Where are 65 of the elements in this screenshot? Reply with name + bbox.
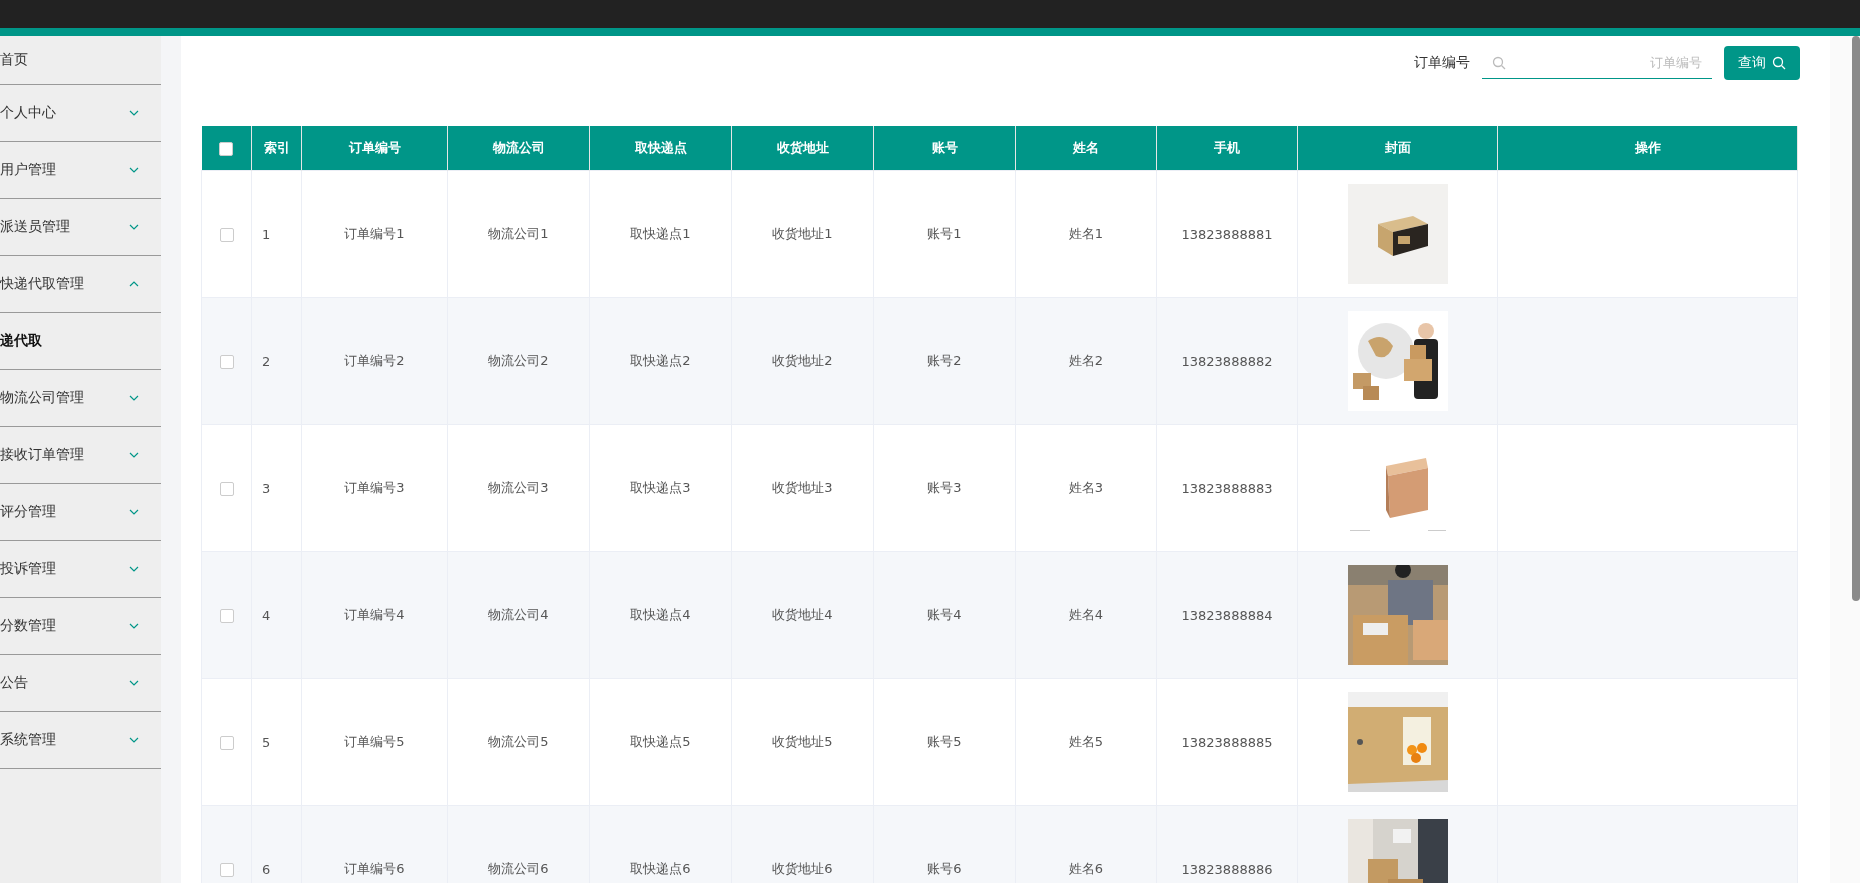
column-header: 物流公司 xyxy=(447,126,590,171)
sidebar-item[interactable]: 用户管理 xyxy=(0,142,161,199)
table-cell: 收货地址1 xyxy=(731,170,874,298)
sidebar-item[interactable]: 接收订单管理 xyxy=(0,427,161,484)
sidebar-item[interactable]: 物流公司管理 xyxy=(0,370,161,427)
table-cell: 2 xyxy=(251,297,302,425)
column-header: 姓名 xyxy=(1015,126,1157,171)
table-cell: 取快递点2 xyxy=(589,297,732,425)
table-cell: 物流公司3 xyxy=(447,424,590,552)
table-cell: 取快递点3 xyxy=(589,424,732,552)
search-button[interactable]: 查询 xyxy=(1724,46,1800,80)
table-cell: 收货地址2 xyxy=(731,297,874,425)
table-cell: 物流公司1 xyxy=(447,170,590,298)
table-cell: 姓名1 xyxy=(1015,170,1157,298)
column-header: 账号 xyxy=(873,126,1016,171)
table-cell: 收货地址3 xyxy=(731,424,874,552)
column-header: 操作 xyxy=(1497,126,1798,171)
table-cell: 订单编号5 xyxy=(301,678,448,806)
table-cell: 物流公司2 xyxy=(447,297,590,425)
column-header: 收货地址 xyxy=(731,126,874,171)
table-cell: 姓名5 xyxy=(1015,678,1157,806)
column-header: 取快递点 xyxy=(589,126,732,171)
table-cell: 姓名3 xyxy=(1015,424,1157,552)
table-cell: 13823888885 xyxy=(1156,678,1298,806)
table-cell: 订单编号3 xyxy=(301,424,448,552)
sidebar-item[interactable]: 评分管理 xyxy=(0,484,161,541)
table-cell: 收货地址5 xyxy=(731,678,874,806)
table-cell: 账号5 xyxy=(873,678,1016,806)
sidebar-item[interactable]: 首页 xyxy=(0,36,161,85)
table-cell: 13823888884 xyxy=(1156,551,1298,679)
table-cell: 3 xyxy=(251,424,302,552)
sidebar-item[interactable]: 快递代取管理 xyxy=(0,256,161,313)
table-cell: 姓名2 xyxy=(1015,297,1157,425)
table-cell: 姓名4 xyxy=(1015,551,1157,679)
search-label: 订单编号 xyxy=(1414,54,1470,72)
table-cell: 账号3 xyxy=(873,424,1016,552)
table-cell: 账号4 xyxy=(873,551,1016,679)
table-cell: 物流公司5 xyxy=(447,678,590,806)
sidebar-item[interactable]: 分数管理 xyxy=(0,598,161,655)
table-cell: 取快递点5 xyxy=(589,678,732,806)
table-cell: 订单编号4 xyxy=(301,551,448,679)
sidebar-item[interactable]: 个人中心 xyxy=(0,85,161,142)
sidebar-item[interactable]: 派送员管理 xyxy=(0,199,161,256)
sidebar-subitem[interactable]: 递代取 xyxy=(0,313,161,370)
table-cell: 取快递点4 xyxy=(589,551,732,679)
column-header: 手机 xyxy=(1156,126,1298,171)
table-cell: 收货地址4 xyxy=(731,551,874,679)
table-cell: 订单编号1 xyxy=(301,170,448,298)
column-header: 封面 xyxy=(1297,126,1498,171)
table-cell: 5 xyxy=(251,678,302,806)
table-cell: 13823888883 xyxy=(1156,424,1298,552)
sidebar-item[interactable]: 公告 xyxy=(0,655,161,712)
table-cell: 1 xyxy=(251,170,302,298)
column-header: 索引 xyxy=(251,126,302,171)
sidebar-item[interactable]: 系统管理 xyxy=(0,712,161,769)
table-cell: 订单编号2 xyxy=(301,297,448,425)
table-cell: 账号2 xyxy=(873,297,1016,425)
table-cell: 物流公司4 xyxy=(447,551,590,679)
column-header: 订单编号 xyxy=(301,126,448,171)
table-cell: 13823888882 xyxy=(1156,297,1298,425)
table-cell: 13823888881 xyxy=(1156,170,1298,298)
table-cell: 取快递点1 xyxy=(589,170,732,298)
table-cell: 账号1 xyxy=(873,170,1016,298)
table-cell: 4 xyxy=(251,551,302,679)
sidebar-item[interactable]: 投诉管理 xyxy=(0,541,161,598)
